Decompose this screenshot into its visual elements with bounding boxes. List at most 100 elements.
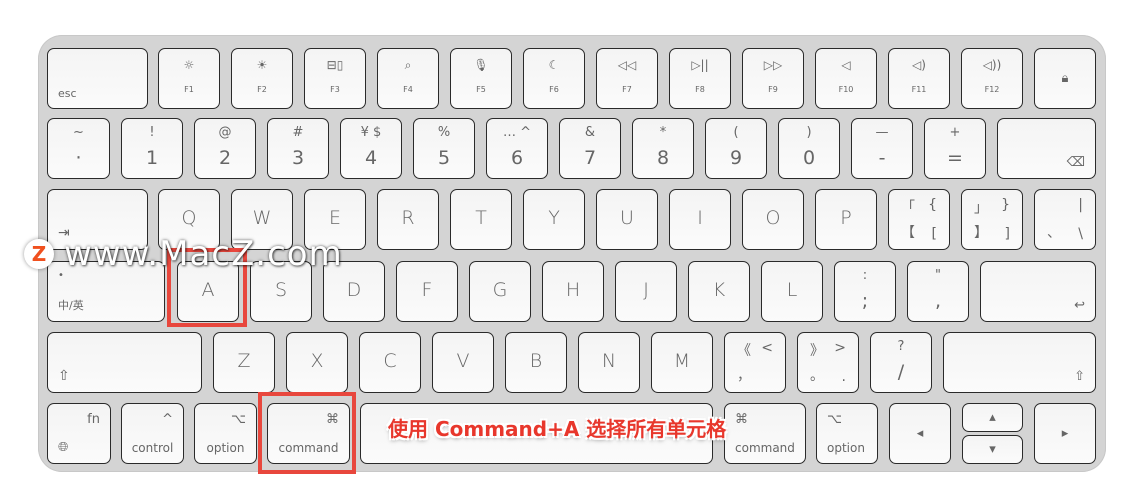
key-label: 8 — [656, 147, 670, 169]
key-delete[interactable]: ⌫ — [997, 118, 1096, 179]
key-arrow-up[interactable]: ▴ — [962, 403, 1023, 432]
shift-icon: ⇧ — [1074, 369, 1085, 384]
option-icon: ⌥ — [231, 412, 246, 427]
key-minus[interactable]: — - — [851, 118, 913, 179]
key-control-left[interactable]: ^ control — [121, 403, 184, 464]
key-x[interactable]: X — [286, 332, 348, 393]
key-f5[interactable]: 🎙 F5 — [450, 48, 512, 109]
key-fn[interactable]: fn 🌐︎ — [47, 403, 111, 464]
key-g[interactable]: G — [469, 261, 531, 322]
key-f9[interactable]: ▷▷ F9 — [742, 48, 804, 109]
key-label: K — [712, 279, 726, 301]
key-f[interactable]: F — [396, 261, 458, 322]
key-c[interactable]: C — [359, 332, 421, 393]
key-shift-left[interactable]: ⇧ — [47, 332, 202, 393]
key-label: F5 — [476, 85, 486, 94]
key-0[interactable]: ) 0 — [778, 118, 840, 179]
key-label: F11 — [911, 85, 927, 94]
key-command-right[interactable]: ⌘ command — [724, 403, 806, 464]
key-f7[interactable]: ◁◁ F7 — [596, 48, 658, 109]
key-equals[interactable]: + = — [924, 118, 986, 179]
key-shift-label: : — [862, 268, 868, 283]
key-u[interactable]: U — [596, 189, 658, 250]
key-lock[interactable]: 🔒︎ — [1034, 48, 1096, 109]
key-f8[interactable]: ▷|| F8 — [669, 48, 731, 109]
key-f1[interactable]: ☼ F1 — [158, 48, 220, 109]
key-arrow-left[interactable]: ◂ — [889, 403, 951, 464]
key-shift-label: * — [659, 125, 667, 140]
key-f4[interactable]: ⌕ F4 — [377, 48, 439, 109]
key-symbol: } — [1001, 197, 1010, 213]
key-label: M — [673, 350, 691, 372]
key-f3[interactable]: ⊟▯ F3 — [304, 48, 366, 109]
key-symbol: [ — [931, 226, 937, 242]
key-semicolon[interactable]: :; — [834, 261, 896, 322]
key-f11[interactable]: ◁) F11 — [888, 48, 950, 109]
key-arrow-down[interactable]: ▾ — [962, 435, 1023, 464]
delete-icon: ⌫ — [1066, 155, 1085, 170]
key-v[interactable]: V — [432, 332, 494, 393]
key-f2[interactable]: ☀ F2 — [231, 48, 293, 109]
arrow-down-icon: ▾ — [989, 441, 996, 457]
key-arrow-right[interactable]: ▸ — [1034, 403, 1096, 464]
key-quote[interactable]: ", — [907, 261, 969, 322]
shift-icon: ⇧ — [58, 368, 70, 384]
key-p[interactable]: P — [815, 189, 877, 250]
key-label: 9 — [729, 147, 743, 169]
key-4[interactable]: ¥ $ 4 — [340, 118, 402, 179]
option-icon: ⌥ — [827, 412, 842, 427]
key-symbol: 「 — [901, 200, 915, 216]
key-f6[interactable]: ☾ F6 — [523, 48, 585, 109]
key-j[interactable]: J — [615, 261, 677, 322]
key-right-bracket[interactable]: 」} 】] — [961, 189, 1023, 250]
key-8[interactable]: * 8 — [632, 118, 694, 179]
key-period[interactable]: 》 > 。. — [797, 332, 859, 393]
key-symbol: < — [761, 340, 773, 356]
key-tilde[interactable]: ~ · — [47, 118, 110, 179]
watermark-text: www.MacZ.com — [64, 234, 343, 274]
key-f12[interactable]: ◁)) F12 — [961, 48, 1023, 109]
key-h[interactable]: H — [542, 261, 604, 322]
key-option-left[interactable]: ⌥ option — [194, 403, 257, 464]
key-esc[interactable]: esc — [47, 48, 148, 109]
key-symbol: 」 — [974, 200, 988, 216]
moon-icon: ☾ — [548, 58, 560, 72]
key-9[interactable]: (9 — [705, 118, 767, 179]
key-t[interactable]: T — [450, 189, 512, 250]
key-symbol: 【 — [901, 225, 915, 241]
key-backslash[interactable]: | 、 \ — [1034, 189, 1096, 250]
key-shift-right[interactable]: ⇧ — [943, 332, 1096, 393]
key-6[interactable]: … ^ 6 — [486, 118, 548, 179]
key-m[interactable]: M — [651, 332, 713, 393]
microphone-icon: 🎙 — [473, 58, 489, 72]
key-symbol: 。 — [810, 368, 824, 384]
key-label: B — [529, 350, 543, 372]
key-b[interactable]: B — [505, 332, 567, 393]
key-l[interactable]: L — [761, 261, 823, 322]
key-label: I — [697, 207, 703, 229]
key-o[interactable]: O — [742, 189, 804, 250]
key-label: 3 — [291, 147, 305, 169]
key-3[interactable]: #3 — [267, 118, 329, 179]
key-2[interactable]: @2 — [194, 118, 256, 179]
key-option-right[interactable]: ⌥ option — [816, 403, 878, 464]
key-return[interactable]: ↩ — [980, 261, 1096, 322]
key-r[interactable]: R — [377, 189, 439, 250]
key-slash[interactable]: ? / — [870, 332, 932, 393]
key-y[interactable]: Y — [523, 189, 585, 250]
key-i[interactable]: I — [669, 189, 731, 250]
key-1[interactable]: ! 1 — [121, 118, 183, 179]
key-k[interactable]: K — [688, 261, 750, 322]
key-label: - — [878, 147, 886, 169]
key-symbol: 》 — [810, 343, 824, 359]
key-comma[interactable]: 《 < ， — [724, 332, 786, 393]
key-label: E — [328, 207, 341, 229]
key-left-bracket[interactable]: 「 {【 [ — [888, 189, 950, 250]
key-7[interactable]: & 7 — [559, 118, 621, 179]
key-n[interactable]: N — [578, 332, 640, 393]
key-5[interactable]: % 5 — [413, 118, 475, 179]
key-label: 2 — [218, 147, 232, 169]
key-z[interactable]: Z — [213, 332, 275, 393]
key-label: = — [947, 147, 963, 169]
key-f10[interactable]: ◁ F10 — [815, 48, 877, 109]
